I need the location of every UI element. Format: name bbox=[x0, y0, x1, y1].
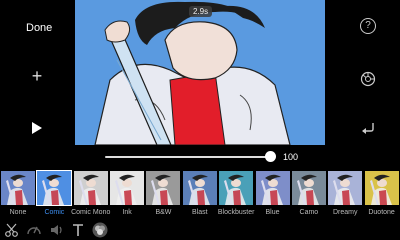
preview-image bbox=[75, 0, 325, 145]
filter-thumbnail[interactable] bbox=[182, 171, 217, 205]
help-icon[interactable]: ? bbox=[360, 18, 376, 34]
volume-icon[interactable] bbox=[49, 222, 65, 238]
right-panel: ? bbox=[325, 0, 400, 148]
settings-dial-icon[interactable] bbox=[360, 71, 376, 87]
filter-thumbnail[interactable] bbox=[36, 170, 73, 206]
duration-badge: 2.9s bbox=[189, 6, 213, 17]
done-button[interactable]: Done bbox=[26, 22, 52, 34]
play-icon[interactable] bbox=[31, 121, 43, 135]
filter-thumbnail[interactable] bbox=[291, 171, 326, 205]
text-icon[interactable] bbox=[70, 222, 86, 238]
scissors-icon[interactable] bbox=[4, 222, 20, 238]
left-panel: Done + bbox=[0, 0, 75, 148]
filter-thumbnail[interactable] bbox=[364, 171, 399, 205]
filter-item[interactable]: Duotone bbox=[364, 171, 400, 219]
filter-thumbnail[interactable] bbox=[73, 171, 108, 205]
filter-strip[interactable]: None Comic Comic Mono Ink B&W Blast Blockbuste… bbox=[0, 170, 400, 219]
bottom-toolbar bbox=[0, 220, 400, 240]
filters-icon[interactable] bbox=[92, 222, 108, 238]
filter-thumbnail[interactable] bbox=[219, 171, 254, 205]
filter-thumbnail[interactable] bbox=[1, 171, 35, 205]
speed-icon[interactable] bbox=[26, 222, 42, 238]
filter-label: Duotone bbox=[368, 209, 395, 216]
intensity-slider[interactable] bbox=[105, 150, 305, 164]
filter-thumbnail[interactable] bbox=[255, 171, 290, 205]
filter-thumbnail[interactable] bbox=[328, 171, 363, 205]
undo-icon[interactable] bbox=[360, 121, 376, 135]
filter-thumbnail[interactable] bbox=[146, 171, 181, 205]
slider-knob[interactable] bbox=[265, 151, 276, 162]
intensity-value: 100 bbox=[283, 152, 299, 162]
slider-track[interactable] bbox=[105, 156, 270, 158]
video-preview[interactable]: 2.9s bbox=[75, 0, 325, 145]
add-icon[interactable]: + bbox=[29, 67, 45, 85]
filter-thumbnail[interactable] bbox=[110, 171, 145, 205]
